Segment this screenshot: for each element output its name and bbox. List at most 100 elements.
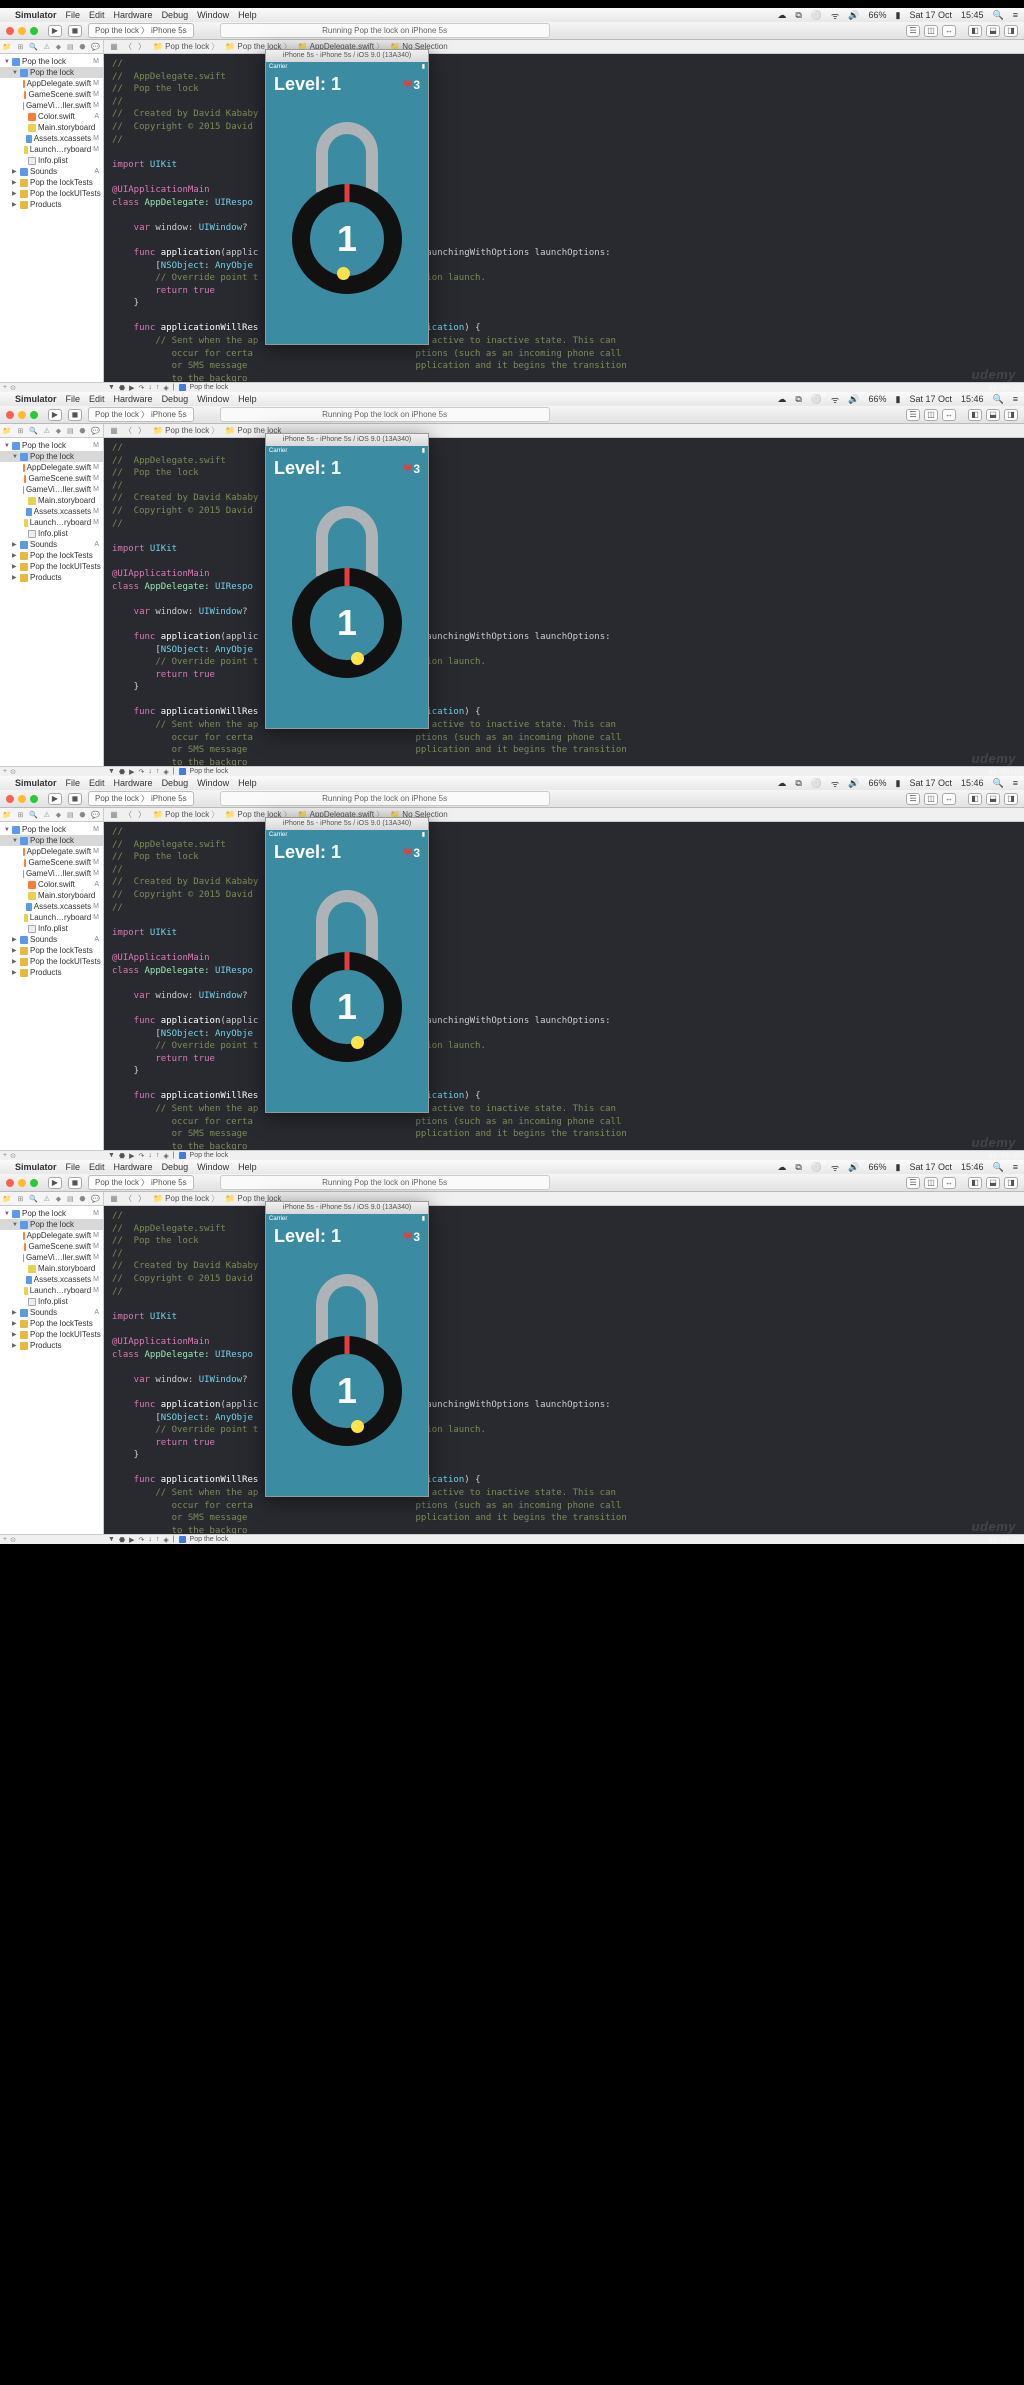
stop-button[interactable]: ◼	[68, 793, 82, 805]
date[interactable]: Sat 17 Oct	[909, 1162, 952, 1172]
wifi-icon[interactable]: ⚪	[811, 778, 822, 789]
symbol-nav-icon[interactable]: ⊞	[17, 43, 23, 51]
search-nav-icon[interactable]: 🔍	[29, 811, 38, 819]
toggle-navigator-icon[interactable]: ◧	[968, 793, 982, 805]
file-tree-row[interactable]: GameVi…ller.swiftM	[0, 100, 103, 111]
step-in-icon[interactable]: ↓	[148, 1536, 152, 1543]
file-tree-row[interactable]: ▶SoundsA	[0, 539, 103, 550]
toggle-debug-icon[interactable]: ⬓	[986, 25, 1000, 37]
file-nav-icon[interactable]: 📁	[3, 427, 12, 435]
step-out-icon[interactable]: ↑	[156, 1536, 160, 1543]
related-items-icon[interactable]: ▦	[108, 810, 120, 819]
volume-icon[interactable]: 🔊	[848, 10, 859, 21]
file-tree-row[interactable]: ▶SoundsA	[0, 166, 103, 177]
file-tree-row[interactable]: Color.swiftA	[0, 879, 103, 890]
volume-icon[interactable]: 🔊	[848, 394, 859, 405]
issue-nav-icon[interactable]: ⚠	[44, 811, 50, 819]
related-items-icon[interactable]: ▦	[108, 426, 120, 435]
step-out-icon[interactable]: ↑	[156, 384, 160, 391]
test-nav-icon[interactable]: ◆	[56, 43, 61, 51]
debug-nav-icon[interactable]: ▤	[67, 427, 74, 435]
menu-window[interactable]: Window	[197, 1162, 229, 1172]
editor-version-icon[interactable]: ↔	[942, 1177, 956, 1189]
spotlight-icon[interactable]: 🔍	[993, 10, 1004, 21]
time[interactable]: 15:45	[961, 10, 984, 20]
symbol-nav-icon[interactable]: ⊞	[17, 427, 23, 435]
toggle-inspector-icon[interactable]: ◨	[1004, 409, 1018, 421]
disclosure-icon[interactable]: ▼	[4, 827, 10, 833]
file-tree-row[interactable]: GameScene.swiftM	[0, 1241, 103, 1252]
continue-icon[interactable]: ▶	[129, 768, 134, 776]
toggle-debug-icon[interactable]: ▼	[108, 1536, 115, 1543]
filter-icon[interactable]: ⊙	[10, 1152, 16, 1160]
cloud-icon[interactable]: ☁	[777, 778, 786, 789]
window-traffic-lights[interactable]	[6, 795, 38, 803]
editor-standard-icon[interactable]: ☰	[906, 1177, 920, 1189]
menu-help[interactable]: Help	[238, 10, 257, 20]
file-tree-row[interactable]: ▶Products	[0, 1340, 103, 1351]
menu-hardware[interactable]: Hardware	[114, 1162, 153, 1172]
step-out-icon[interactable]: ↑	[156, 768, 160, 775]
minimize-icon[interactable]	[18, 795, 26, 803]
app-menu[interactable]: Simulator	[15, 778, 57, 788]
stop-button[interactable]: ◼	[68, 1177, 82, 1189]
file-tree[interactable]: ▼Pop the lockM▼Pop the lockAppDelegate.s…	[0, 438, 103, 585]
disclosure-icon[interactable]: ▶	[12, 574, 18, 581]
add-icon[interactable]: +	[3, 1536, 7, 1543]
filter-icon[interactable]: ⊙	[10, 384, 16, 392]
file-tree-row[interactable]: GameScene.swiftM	[0, 473, 103, 484]
zoom-icon[interactable]	[30, 411, 38, 419]
file-tree[interactable]: ▼Pop the lockM▼Pop the lockAppDelegate.s…	[0, 54, 103, 212]
symbol-nav-icon[interactable]: ⊞	[17, 1195, 23, 1203]
file-tree-row[interactable]: ▶Pop the lockUITests	[0, 956, 103, 967]
editor-assistant-icon[interactable]: ◫	[924, 25, 938, 37]
simulator-screen[interactable]: Carrier ▮ Level: 1 ❤3 1	[266, 446, 428, 728]
file-nav-icon[interactable]: 📁	[3, 1195, 12, 1203]
file-tree-row[interactable]: Assets.xcassetsM	[0, 506, 103, 517]
file-nav-icon[interactable]: 📁	[3, 811, 12, 819]
disclosure-icon[interactable]: ▶	[12, 179, 18, 186]
editor-assistant-icon[interactable]: ◫	[924, 409, 938, 421]
disclosure-icon[interactable]: ▶	[12, 541, 18, 548]
simulator-screen[interactable]: Carrier ▮ Level: 1 ❤3 1	[266, 830, 428, 1112]
code-editor[interactable]: // // AppDelegate.swift // Pop the lock …	[104, 54, 1024, 382]
menu-extra-icon[interactable]: ≡	[1013, 1162, 1018, 1172]
test-nav-icon[interactable]: ◆	[56, 811, 61, 819]
file-tree-row[interactable]: ▼Pop the lock	[0, 67, 103, 78]
close-icon[interactable]	[6, 27, 14, 35]
file-tree-row[interactable]: ▶Pop the lockTests	[0, 945, 103, 956]
editor-version-icon[interactable]: ↔	[942, 409, 956, 421]
related-items-icon[interactable]: ▦	[108, 42, 120, 51]
menu-edit[interactable]: Edit	[89, 778, 105, 788]
debug-process[interactable]: Pop the lock	[190, 384, 229, 391]
disclosure-icon[interactable]: ▶	[12, 1309, 18, 1316]
menu-debug[interactable]: Debug	[162, 778, 189, 788]
breakpoint-nav-icon[interactable]: ⬣	[79, 43, 85, 51]
file-tree-row[interactable]: ▶Products	[0, 572, 103, 583]
cloud-icon[interactable]: ☁	[777, 394, 786, 405]
disclosure-icon[interactable]: ▼	[12, 1222, 18, 1228]
toggle-inspector-icon[interactable]: ◨	[1004, 25, 1018, 37]
menu-extra-icon[interactable]: ≡	[1013, 394, 1018, 404]
wifi-icon[interactable]: ⚪	[811, 394, 822, 405]
file-tree-row[interactable]: ▶Pop the lockUITests	[0, 188, 103, 199]
forward-button[interactable]: 〉	[136, 425, 148, 436]
file-tree-row[interactable]: AppDelegate.swiftM	[0, 462, 103, 473]
code-editor[interactable]: // // AppDelegate.swift // Pop the lock …	[104, 822, 1024, 1150]
file-tree-row[interactable]: ▶Pop the lockUITests	[0, 561, 103, 572]
related-items-icon[interactable]: ▦	[108, 1194, 120, 1203]
file-tree-row[interactable]: GameVi…ller.swiftM	[0, 484, 103, 495]
process-icon[interactable]	[179, 1152, 186, 1159]
file-tree-row[interactable]: Launch…ryboardM	[0, 517, 103, 528]
file-tree-row[interactable]: ▶Products	[0, 199, 103, 210]
file-nav-icon[interactable]: 📁	[3, 43, 12, 51]
search-nav-icon[interactable]: 🔍	[29, 43, 38, 51]
file-tree-row[interactable]: AppDelegate.swiftM	[0, 78, 103, 89]
file-tree-row[interactable]: Launch…ryboardM	[0, 144, 103, 155]
zoom-icon[interactable]	[30, 795, 38, 803]
disclosure-icon[interactable]: ▶	[12, 168, 18, 175]
disclosure-icon[interactable]: ▼	[12, 454, 18, 460]
menu-file[interactable]: File	[66, 778, 81, 788]
file-tree-row[interactable]: ▶SoundsA	[0, 1307, 103, 1318]
view-debug-icon[interactable]: ◈	[163, 1536, 168, 1544]
